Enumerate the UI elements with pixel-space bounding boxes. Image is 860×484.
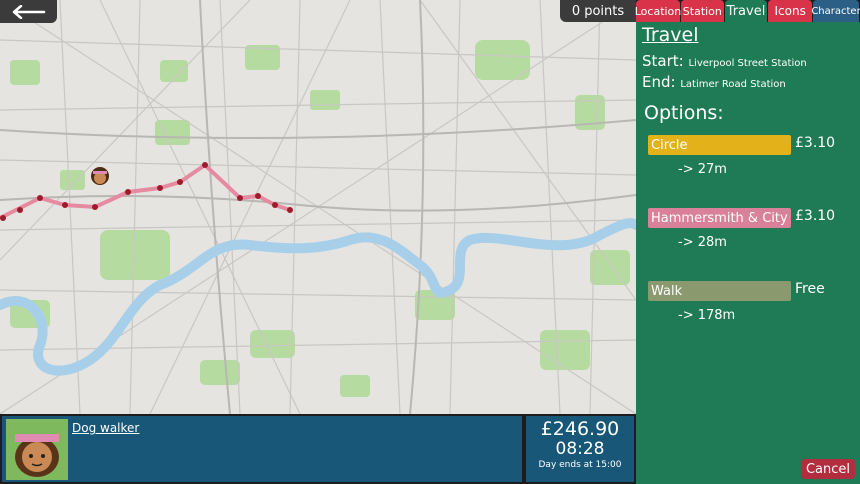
clock-time: 08:28 (555, 439, 605, 459)
tab-icons[interactable]: Icons (768, 0, 812, 22)
tab-travel[interactable]: Travel (724, 0, 768, 22)
option-price: £3.10 (795, 135, 836, 151)
option-time: -> 27m (678, 162, 727, 177)
tab-location[interactable]: Location (635, 0, 681, 22)
option-name[interactable]: Walk (648, 281, 791, 301)
character-avatar[interactable] (6, 419, 68, 480)
start-value: Liverpool Street Station (688, 58, 807, 69)
tab-bar: Location Station Travel Icons Character (635, 0, 860, 22)
travel-route (0, 162, 291, 220)
start-label: Start: (642, 52, 684, 70)
london-map[interactable] (0, 0, 636, 414)
end-value: Latimer Road Station (680, 79, 786, 90)
tab-character[interactable]: Character (811, 0, 860, 22)
player-marker-icon[interactable] (91, 167, 109, 185)
option-price: Free (795, 281, 825, 297)
option-name[interactable]: Hammersmith & City (648, 208, 791, 228)
option-name[interactable]: Circle (648, 135, 791, 155)
back-button[interactable] (0, 0, 57, 23)
start-line: Start: Liverpool Street Station (642, 52, 807, 70)
option-time: -> 178m (678, 308, 736, 323)
character-box: Dog walker (2, 416, 522, 482)
points-counter: 0 points (560, 0, 636, 22)
options-title: Options: (644, 102, 724, 124)
tab-station[interactable]: Station (681, 0, 724, 22)
status-bar: Dog walker £246.90 08:28 Day ends at 15:… (0, 414, 636, 484)
dog-walker-portrait-icon (15, 434, 59, 477)
option-time: -> 28m (678, 235, 727, 250)
character-name[interactable]: Dog walker (72, 421, 139, 435)
travel-panel: Travel Start: Liverpool Street Station E… (636, 22, 860, 484)
day-end-text: Day ends at 15:00 (538, 460, 622, 470)
cancel-button[interactable]: Cancel (801, 459, 855, 479)
money-amount: £246.90 (540, 418, 620, 440)
panel-title: Travel (642, 24, 699, 46)
map-canvas (0, 0, 636, 414)
end-line: End: Latimer Road Station (642, 73, 786, 91)
option-price: £3.10 (795, 208, 836, 224)
end-label: End: (642, 73, 676, 91)
money-time-box: £246.90 08:28 Day ends at 15:00 (526, 416, 634, 482)
back-arrow-icon (12, 4, 45, 19)
